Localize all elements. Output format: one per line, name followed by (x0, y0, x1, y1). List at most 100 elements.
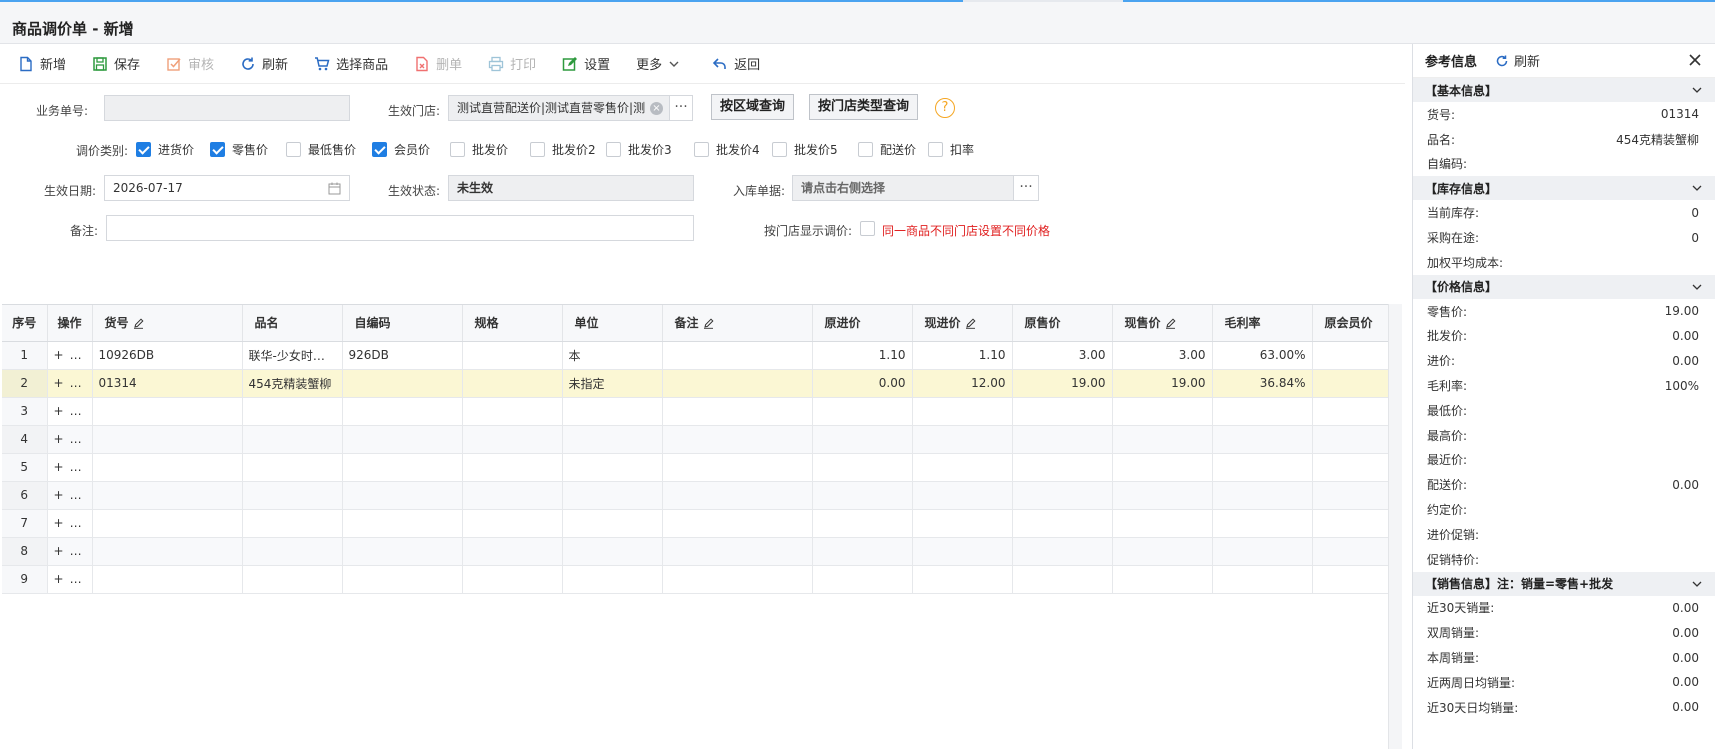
cell-remark[interactable] (662, 425, 813, 454)
cell-remark[interactable] (662, 453, 813, 482)
table-row[interactable]: 8 +− (2, 537, 1402, 566)
add-row-icon[interactable]: + (54, 404, 82, 418)
cell-remark[interactable] (662, 369, 813, 398)
cell-self-code[interactable] (342, 453, 463, 482)
price-type-checkbox-4[interactable]: 批发价 (450, 141, 508, 158)
table-row[interactable]: 7 +− (2, 509, 1402, 538)
cell-spec[interactable] (462, 565, 563, 594)
cell-code[interactable] (92, 453, 243, 482)
cell-self-code[interactable] (342, 481, 463, 510)
cell-old-sale[interactable]: 19.00 (1012, 369, 1113, 398)
cell-margin[interactable] (1212, 425, 1313, 454)
cell-name[interactable] (242, 565, 343, 594)
cell-new-in[interactable]: 1.10 (912, 341, 1013, 370)
toolbar-button-3[interactable]: 刷新 (240, 54, 288, 73)
cell-spec[interactable] (462, 397, 563, 426)
toolbar-button-2[interactable]: 审核 (166, 54, 214, 73)
cell-margin[interactable] (1212, 481, 1313, 510)
cell-new-in[interactable] (912, 397, 1013, 426)
cell-margin[interactable]: 63.00% (1212, 341, 1313, 370)
column-header-4[interactable]: 自编码 (342, 305, 463, 342)
cell-unit[interactable]: 本 (562, 341, 663, 370)
cell-new-sale[interactable] (1112, 453, 1213, 482)
cell-spec[interactable] (462, 425, 563, 454)
help-icon[interactable]: ? (935, 98, 955, 118)
cell-margin[interactable] (1212, 565, 1313, 594)
add-row-icon[interactable]: + (54, 376, 82, 390)
cell-new-sale[interactable] (1112, 397, 1213, 426)
cell-spec[interactable] (462, 369, 563, 398)
cell-code[interactable] (92, 397, 243, 426)
cell-new-sale[interactable] (1112, 481, 1213, 510)
cell-old-in[interactable] (812, 481, 913, 510)
chevron-down-icon[interactable] (1691, 281, 1703, 293)
cell-old-sale[interactable] (1012, 453, 1113, 482)
cell-unit[interactable] (562, 425, 663, 454)
cell-self-code[interactable]: 926DB (342, 341, 463, 370)
cell-old-sale[interactable] (1012, 425, 1113, 454)
cell-name[interactable] (242, 425, 343, 454)
cell-new-sale[interactable] (1112, 565, 1213, 594)
inbound-field[interactable]: 请点击右侧选择 (792, 175, 1014, 201)
cell-old-sale[interactable] (1012, 537, 1113, 566)
column-header-7[interactable]: 备注 (662, 305, 813, 342)
cell-remark[interactable] (662, 397, 813, 426)
cell-unit[interactable] (562, 537, 663, 566)
cell-old-sale[interactable] (1012, 565, 1113, 594)
column-header-1[interactable]: 操作 (47, 305, 93, 342)
table-row[interactable]: 4 +− (2, 425, 1402, 454)
toolbar-button-9[interactable]: 返回 (712, 54, 760, 73)
cell-new-sale[interactable] (1112, 425, 1213, 454)
column-header-10[interactable]: 原售价 (1012, 305, 1113, 342)
add-row-icon[interactable]: + (54, 572, 82, 586)
cell-new-sale[interactable]: 3.00 (1112, 341, 1213, 370)
date-field[interactable]: 2026-07-17 (104, 175, 350, 201)
cell-margin[interactable] (1212, 509, 1313, 538)
cell-spec[interactable] (462, 341, 563, 370)
cell-unit[interactable]: 未指定 (562, 369, 663, 398)
cell-new-in[interactable] (912, 425, 1013, 454)
cell-new-sale[interactable] (1112, 509, 1213, 538)
cell-self-code[interactable] (342, 509, 463, 538)
table-row[interactable]: 5 +− (2, 453, 1402, 482)
column-header-8[interactable]: 原进价 (812, 305, 913, 342)
cell-new-sale[interactable]: 19.00 (1112, 369, 1213, 398)
cell-self-code[interactable] (342, 369, 463, 398)
cell-unit[interactable] (562, 397, 663, 426)
column-header-9[interactable]: 现进价 (912, 305, 1013, 342)
column-header-0[interactable]: 序号 (2, 305, 48, 342)
cell-old-in[interactable] (812, 397, 913, 426)
cell-old-in[interactable] (812, 509, 913, 538)
price-type-checkbox-7[interactable]: 批发价4 (694, 141, 760, 158)
cell-new-in[interactable]: 12.00 (912, 369, 1013, 398)
column-header-6[interactable]: 单位 (562, 305, 663, 342)
cell-code[interactable] (92, 537, 243, 566)
column-header-2[interactable]: 货号 (92, 305, 243, 342)
cell-old-sale[interactable] (1012, 397, 1113, 426)
reference-section-header[interactable]: 【销售信息】注：销量=零售+批发 (1413, 571, 1715, 596)
cell-new-in[interactable] (912, 565, 1013, 594)
price-type-checkbox-9[interactable]: 配送价 (858, 141, 916, 158)
table-row[interactable]: 1 +− 10926DB 联华-少女时… 926DB 本 1.10 1.10 3.00 3.00 6… (2, 341, 1402, 370)
add-row-icon[interactable]: + (54, 348, 82, 362)
cell-spec[interactable] (462, 537, 563, 566)
toolbar-button-7[interactable]: 设置 (562, 54, 610, 73)
add-row-icon[interactable]: + (54, 488, 82, 502)
cell-margin[interactable] (1212, 397, 1313, 426)
chevron-down-icon[interactable] (1691, 578, 1703, 590)
table-row[interactable]: 3 +− (2, 397, 1402, 426)
cell-old-sale[interactable]: 3.00 (1012, 341, 1113, 370)
cell-old-in[interactable]: 0.00 (812, 369, 913, 398)
cell-unit[interactable] (562, 453, 663, 482)
cell-old-sale[interactable] (1012, 481, 1113, 510)
cell-new-in[interactable] (912, 537, 1013, 566)
cell-name[interactable] (242, 397, 343, 426)
query-by-region-button[interactable]: 按区域查询 (711, 94, 795, 120)
cell-old-in[interactable] (812, 453, 913, 482)
add-row-icon[interactable]: + (54, 432, 82, 446)
price-type-checkbox-6[interactable]: 批发价3 (606, 141, 672, 158)
chevron-down-icon[interactable] (1691, 84, 1703, 96)
cell-code[interactable]: 01314 (92, 369, 243, 398)
cell-name[interactable]: 454克精装蟹柳 (242, 369, 343, 398)
cell-spec[interactable] (462, 481, 563, 510)
